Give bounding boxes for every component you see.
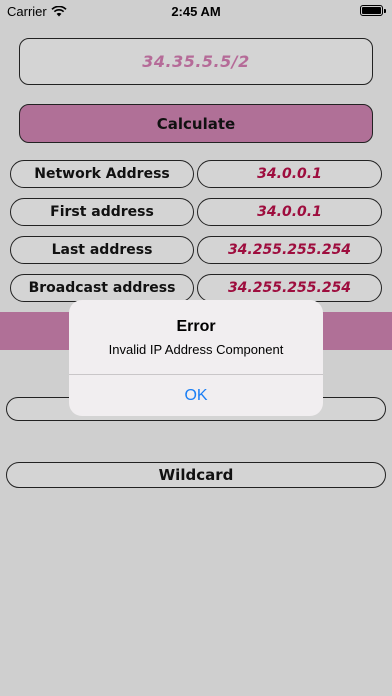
last-address-value: 34.255.255.254 bbox=[197, 236, 382, 264]
battery-icon bbox=[360, 5, 386, 16]
first-address-value: 34.0.0.1 bbox=[197, 198, 382, 226]
alert-title: Error bbox=[176, 318, 216, 335]
broadcast-address-value: 34.255.255.254 bbox=[197, 274, 382, 302]
error-alert: Error Invalid IP Address Component OK bbox=[69, 300, 323, 416]
status-bar: Carrier 2:45 AM bbox=[0, 0, 392, 22]
first-address-label: First address bbox=[10, 198, 194, 226]
alert-message: Invalid IP Address Component bbox=[108, 342, 284, 357]
clock: 2:45 AM bbox=[171, 4, 221, 19]
ip-address-input[interactable]: 34.35.5.5/2 bbox=[19, 38, 373, 85]
ok-button[interactable]: OK bbox=[69, 375, 323, 416]
calculate-button[interactable]: Calculate bbox=[19, 104, 373, 143]
network-address-label: Network Address bbox=[10, 160, 194, 188]
broadcast-address-label: Broadcast address bbox=[10, 274, 194, 302]
network-address-value: 34.0.0.1 bbox=[197, 160, 382, 188]
last-address-label: Last address bbox=[10, 236, 194, 264]
wildcard-field: Wildcard bbox=[6, 462, 386, 488]
